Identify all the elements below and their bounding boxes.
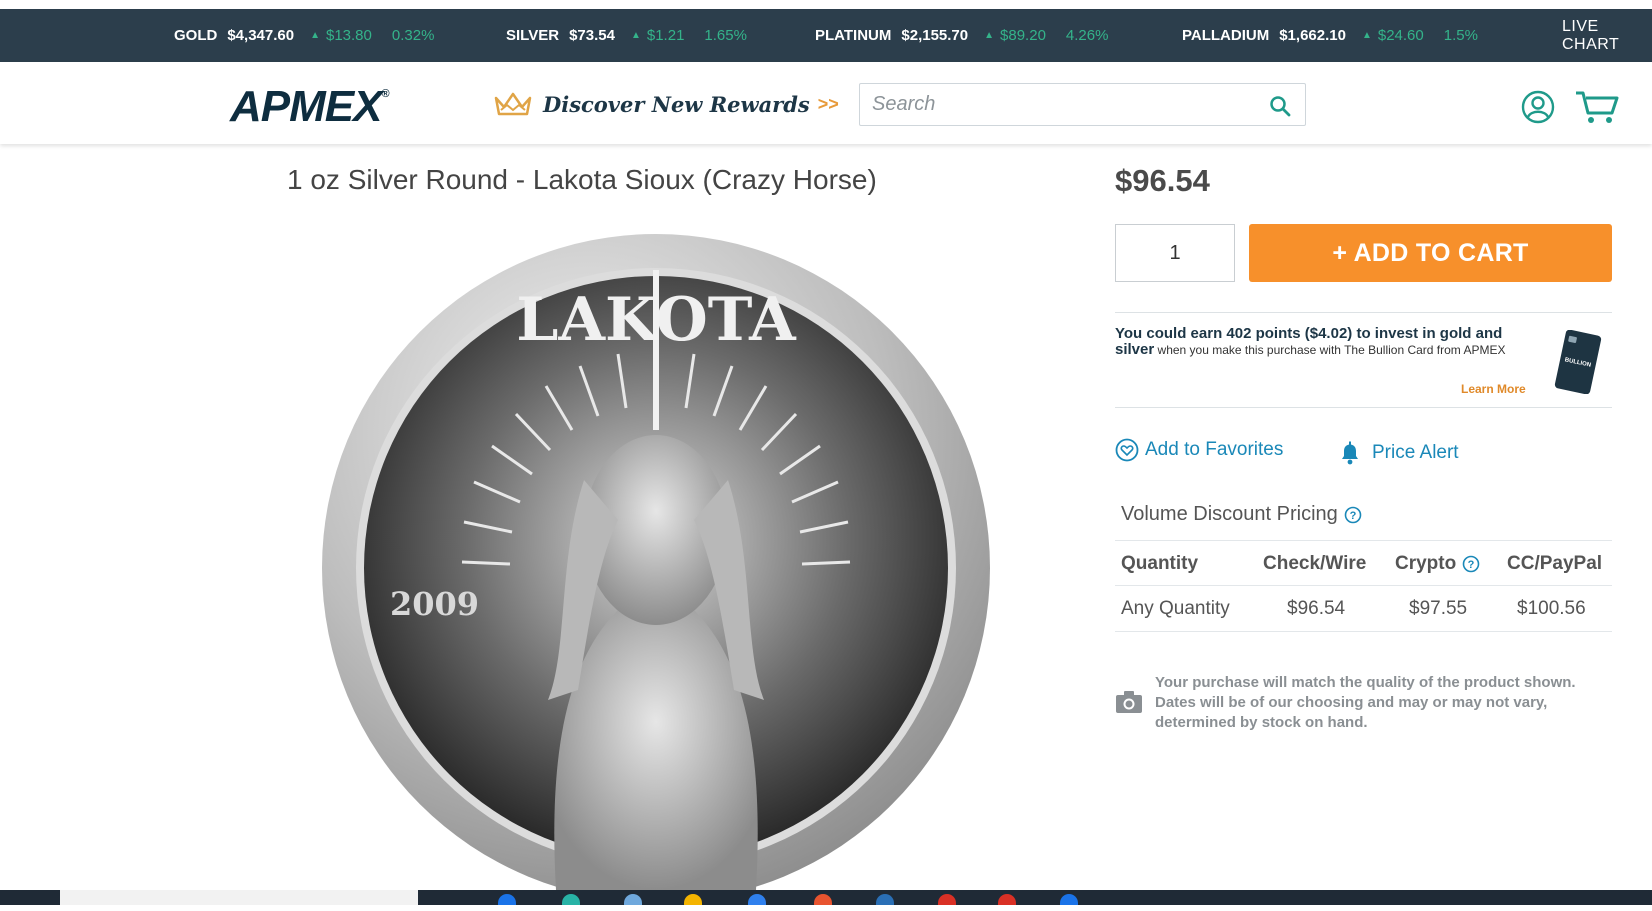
learn-more-link[interactable]: Learn More: [1461, 382, 1526, 396]
up-arrow-icon: ▲: [310, 30, 320, 41]
ticker-gold[interactable]: GOLD $4,347.60 ▲ $13.80 0.32%: [174, 9, 434, 62]
ticker-silver[interactable]: SILVER $73.54 ▲ $1.21 1.65%: [506, 9, 747, 62]
svg-text:?: ?: [1349, 510, 1356, 522]
camera-icon: [1115, 690, 1143, 719]
bullion-card-offer: You could earn 402 points ($4.02) to inv…: [1115, 326, 1515, 358]
add-to-favorites-link[interactable]: Add to Favorites: [1115, 438, 1283, 462]
divider: [1115, 407, 1612, 408]
ticker-metal: GOLD: [174, 27, 218, 44]
svg-text:?: ?: [1468, 559, 1475, 571]
taskbar-app-icon[interactable]: [498, 894, 516, 905]
divider: [1115, 312, 1612, 313]
offer-text: when you make this purchase with The Bul…: [1154, 343, 1506, 357]
quality-disclaimer: Your purchase will match the quality of …: [1155, 674, 1576, 731]
up-arrow-icon: ▲: [630, 30, 641, 41]
bullion-card-image: BULLION: [1554, 329, 1602, 399]
account-icon[interactable]: [1521, 90, 1555, 129]
ticker-percent: 1.65%: [704, 27, 747, 44]
volume-pricing-title: Volume Discount Pricing ?: [1121, 503, 1362, 526]
ticker-price: $73.54: [569, 27, 615, 44]
table-row: Any Quantity $96.54 $97.55 $100.56: [1115, 586, 1612, 632]
rewards-label: Discover New Rewards: [543, 91, 810, 117]
column-header: CC/PayPal: [1507, 553, 1603, 574]
product-image[interactable]: LAKOTA 2009: [318, 230, 994, 906]
ticker-metal: PLATINUM: [815, 27, 892, 44]
ticker-platinum[interactable]: PLATINUM $2,155.70 ▲ $89.20 4.26%: [815, 9, 1108, 62]
column-header-crypto: Crypto ?: [1395, 541, 1480, 587]
ticker-change: $1.21: [646, 27, 685, 44]
table-cell: $97.55: [1409, 598, 1468, 619]
taskbar-app-icon[interactable]: [624, 894, 642, 905]
taskbar-app-icon[interactable]: [562, 894, 580, 905]
ticker-percent: 4.26%: [1065, 27, 1109, 44]
help-icon[interactable]: ?: [1462, 555, 1480, 573]
search-input[interactable]: [860, 84, 1305, 125]
table-cell: $100.56: [1517, 598, 1586, 619]
table-header-row: Quantity Check/Wire Crypto ? CC/PayPal: [1115, 540, 1612, 586]
ticker-percent: 1.5%: [1443, 27, 1478, 44]
metal-ticker: GOLD $4,347.60 ▲ $13.80 0.32% SILVER $73…: [0, 9, 1652, 62]
taskbar-app-icon[interactable]: [998, 894, 1016, 905]
rewards-banner[interactable]: Discover New Rewards >>: [493, 90, 839, 118]
site-header: APMEX® Discover New Rewards >>: [0, 62, 1652, 144]
price-alert-label: Price Alert: [1372, 442, 1459, 463]
table-cell: Any Quantity: [1121, 598, 1230, 619]
favorites-label: Add to Favorites: [1145, 439, 1284, 460]
ticker-palladium[interactable]: PALLADIUM $1,662.10 ▲ $24.60 1.5%: [1182, 9, 1478, 62]
search-box: [859, 83, 1306, 126]
apmex-logo[interactable]: APMEX®: [230, 82, 390, 132]
taskbar-app-icon[interactable]: [748, 894, 766, 905]
top-strip: [0, 0, 1652, 9]
taskbar-search[interactable]: [60, 890, 418, 905]
coin-year: 2009: [390, 585, 479, 623]
product-title: 1 oz Silver Round - Lakota Sioux (Crazy …: [287, 164, 877, 195]
ticker-price: $4,347.60: [227, 27, 295, 44]
live-chart-link[interactable]: LIVE CHART: [1562, 9, 1652, 62]
help-icon[interactable]: ?: [1344, 506, 1362, 524]
up-arrow-icon: ▲: [984, 30, 995, 41]
os-taskbar: [0, 890, 1652, 905]
search-icon[interactable]: [1269, 95, 1291, 122]
volume-pricing-table: Quantity Check/Wire Crypto ? CC/PayPal A…: [1115, 540, 1612, 632]
product-price: $96.54: [1115, 163, 1210, 198]
crown-icon: [494, 92, 532, 116]
ticker-price: $1,662.10: [1279, 27, 1346, 44]
ticker-change: $89.20: [1000, 27, 1046, 44]
column-header: Crypto: [1395, 553, 1457, 574]
logo-registered-mark: ®: [381, 88, 389, 100]
logo-text: APMEX: [230, 82, 382, 131]
column-header: Quantity: [1121, 553, 1199, 574]
taskbar-app-icon[interactable]: [684, 894, 702, 905]
taskbar-app-icon[interactable]: [1060, 894, 1078, 905]
add-to-cart-button[interactable]: + ADD TO CART: [1249, 224, 1612, 282]
rewards-arrows: >>: [817, 93, 839, 114]
bell-icon: [1342, 441, 1358, 465]
ticker-change: $13.80: [325, 27, 372, 44]
ticker-metal: PALLADIUM: [1182, 27, 1270, 44]
heart-icon: [1115, 438, 1139, 462]
ticker-metal: SILVER: [506, 27, 560, 44]
cart-icon[interactable]: [1574, 88, 1620, 131]
taskbar-app-icon[interactable]: [814, 894, 832, 905]
taskbar-app-icon[interactable]: [876, 894, 894, 905]
column-header: Check/Wire: [1263, 553, 1367, 574]
table-cell: $96.54: [1287, 598, 1346, 619]
ticker-change: $24.60: [1377, 27, 1424, 44]
quantity-input[interactable]: 1: [1115, 224, 1235, 282]
taskbar-app-icon[interactable]: [938, 894, 956, 905]
volume-pricing-label: Volume Discount Pricing: [1121, 503, 1338, 525]
up-arrow-icon: ▲: [1361, 30, 1372, 41]
price-alert-link[interactable]: Price Alert: [1338, 440, 1459, 466]
ticker-price: $2,155.70: [901, 27, 969, 44]
ticker-percent: 0.32%: [391, 27, 435, 44]
